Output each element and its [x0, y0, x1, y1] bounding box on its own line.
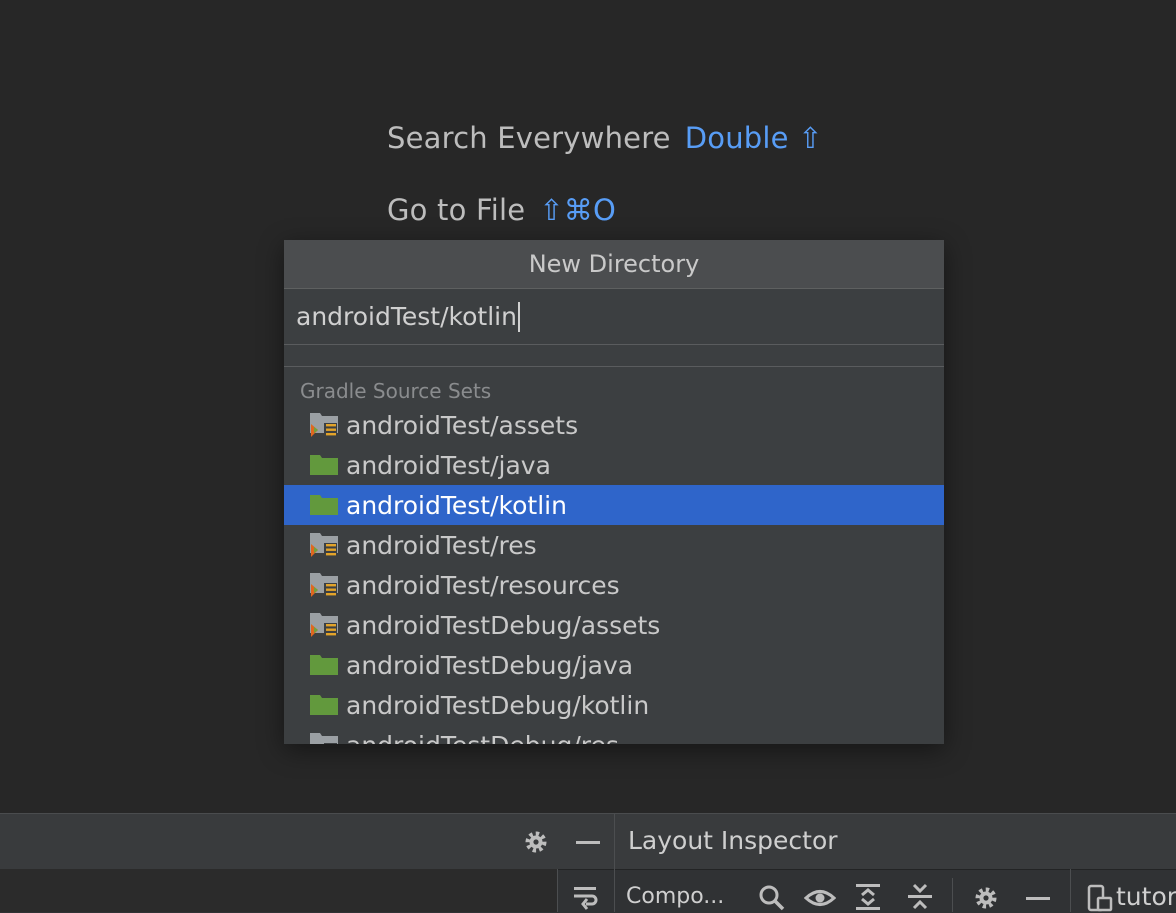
collapse-all-icon[interactable]	[906, 882, 934, 912]
source-set-label: androidTestDebug/java	[346, 650, 634, 680]
resource-folder-icon	[310, 413, 338, 438]
new-directory-popup: New Directory androidTest/kotlin Gradle …	[284, 240, 944, 744]
toolbar-divider	[1070, 869, 1071, 912]
resource-folder-icon	[310, 733, 338, 744]
divider	[284, 345, 944, 367]
eye-icon[interactable]	[804, 885, 836, 911]
source-set-item[interactable]: androidTest/java	[284, 445, 944, 485]
source-set-label: androidTest/res	[346, 530, 537, 560]
resource-folder-icon	[310, 613, 338, 638]
component-tree-tab[interactable]: Compo...	[626, 884, 724, 909]
resource-folder-icon	[310, 573, 338, 598]
device-icon[interactable]	[1086, 884, 1114, 912]
source-set-label: androidTestDebug/kotlin	[346, 690, 650, 720]
popup-title: New Directory	[284, 240, 944, 289]
directory-name-input[interactable]: androidTest/kotlin	[284, 289, 944, 345]
minimize-icon[interactable]	[575, 832, 601, 852]
source-set-item[interactable]: androidTest/res	[284, 525, 944, 565]
gear-icon[interactable]	[972, 884, 1000, 912]
source-set-label: androidTest/assets	[346, 410, 579, 440]
source-set-item[interactable]: androidTest/kotlin	[284, 485, 944, 525]
source-set-item[interactable]: androidTest/resources	[284, 565, 944, 605]
left-tool-panel	[0, 869, 557, 912]
go-to-file-label: Go to File	[387, 193, 526, 227]
source-set-label: androidTestDebug/res	[346, 731, 619, 745]
expand-all-icon[interactable]	[854, 882, 882, 912]
source-set-label: androidTest/kotlin	[346, 490, 567, 520]
source-folder-icon	[310, 655, 338, 675]
minimize-icon[interactable]	[1025, 888, 1051, 908]
source-set-label: androidTestDebug/assets	[346, 610, 661, 640]
directory-name-value: androidTest/kotlin	[296, 302, 517, 331]
source-set-item[interactable]: androidTestDebug/assets	[284, 605, 944, 645]
panel-divider	[557, 869, 558, 912]
search-everywhere-shortcut: Double ⇧	[684, 121, 823, 155]
device-selector[interactable]: tutor	[1116, 882, 1176, 911]
source-set-list: androidTest/assets androidTest/java androi…	[284, 405, 944, 744]
toolbar-divider	[952, 878, 953, 912]
gear-icon[interactable]	[522, 828, 550, 856]
source-set-item[interactable]: androidTestDebug/kotlin	[284, 685, 944, 725]
layout-inspector-title: Layout Inspector	[628, 826, 838, 855]
text-caret	[517, 301, 520, 332]
group-label: Gradle Source Sets	[300, 379, 492, 403]
go-to-file-hint: Go to File ⇧⌘O	[387, 193, 616, 227]
search-icon[interactable]	[757, 883, 787, 913]
source-set-item[interactable]: androidTestDebug/java	[284, 645, 944, 685]
source-folder-icon	[310, 455, 338, 475]
source-set-label: androidTest/resources	[346, 570, 620, 600]
source-folder-icon	[310, 695, 338, 715]
go-to-file-shortcut: ⇧⌘O	[539, 193, 617, 227]
source-set-label: androidTest/java	[346, 450, 551, 480]
source-set-item[interactable]: androidTestDebug/res	[284, 725, 944, 744]
soft-wrap-icon[interactable]	[572, 884, 600, 912]
source-set-item[interactable]: androidTest/assets	[284, 405, 944, 445]
search-everywhere-label: Search Everywhere	[387, 121, 671, 155]
search-everywhere-hint: Search Everywhere Double ⇧	[387, 121, 823, 155]
panel-divider	[614, 814, 615, 912]
source-folder-icon	[310, 495, 338, 515]
resource-folder-icon	[310, 533, 338, 558]
